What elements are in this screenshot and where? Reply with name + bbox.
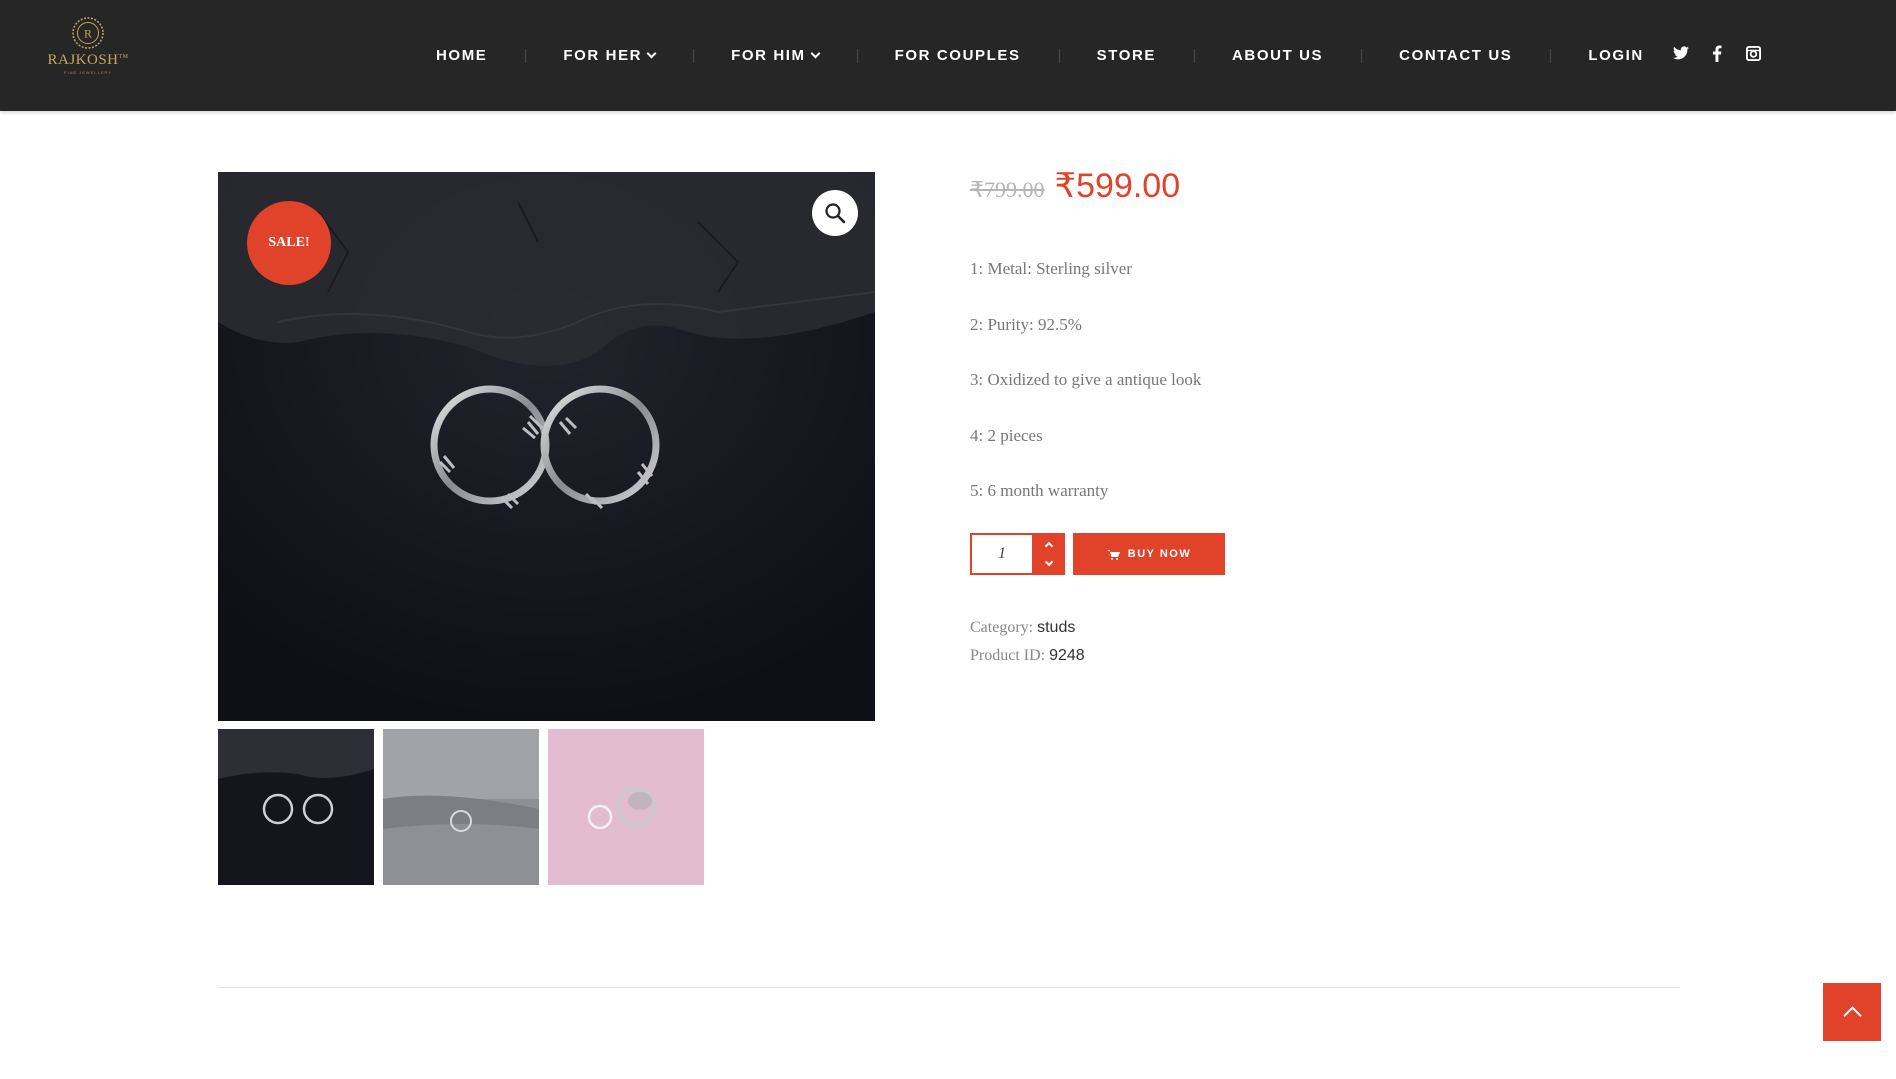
product-id-label: Product ID:: [970, 647, 1046, 664]
category-row: Category: studs: [970, 614, 1085, 642]
thumbnail-3[interactable]: [548, 729, 704, 885]
logo-emblem-icon: R: [72, 17, 104, 49]
product-features: 1: Metal: Sterling silver 2: Purity: 92.…: [970, 256, 1201, 534]
brand-tm: TM: [118, 54, 129, 60]
section-divider: [218, 987, 1680, 988]
nav-item-for-her[interactable]: FOR HER: [525, 47, 693, 64]
social-links: [1672, 44, 1762, 62]
product-id-row: Product ID: 9248: [970, 642, 1085, 670]
brand-name: RAJKOSHTM: [47, 52, 129, 68]
quantity-input[interactable]: [972, 535, 1032, 573]
feature-warranty: 5: 6 month warranty: [970, 481, 1109, 500]
nav-item-contact-us[interactable]: CONTACT US: [1361, 47, 1550, 64]
category-link[interactable]: studs: [1037, 619, 1075, 636]
buy-now-button[interactable]: BUY NOW: [1073, 533, 1225, 575]
product-id-value: 9248: [1049, 647, 1085, 664]
zoom-button[interactable]: [812, 190, 858, 236]
logo-emblem-letter: R: [84, 27, 92, 41]
brand-logo[interactable]: R RAJKOSHTM FINE JEWELLERY: [48, 16, 128, 82]
facebook-icon[interactable]: [1708, 44, 1726, 62]
thumbnail-2[interactable]: [383, 729, 539, 885]
regular-price: ₹799.00: [970, 177, 1045, 202]
feature-pieces: 4: 2 pieces: [970, 425, 1043, 445]
magnifier-icon: [825, 203, 846, 224]
nav-item-for-him[interactable]: FOR HIM: [693, 47, 857, 64]
nav-item-about-us[interactable]: ABOUT US: [1194, 47, 1361, 64]
chevron-down-icon: [810, 48, 821, 59]
feature-metal: 1: Metal: Sterling silver: [970, 259, 1132, 278]
nav-item-login[interactable]: LOGIN: [1550, 47, 1682, 64]
quantity-increase-button[interactable]: [1034, 535, 1063, 554]
quantity-arrows: [1032, 535, 1063, 573]
chevron-up-icon: [1044, 541, 1053, 551]
feature-finish: 3: Oxidized to give a antique look: [970, 370, 1202, 389]
quantity-stepper: [970, 533, 1065, 575]
chevron-down-icon: [1044, 557, 1053, 567]
category-label: Category:: [970, 619, 1034, 636]
quantity-decrease-button[interactable]: [1034, 554, 1063, 573]
back-to-top-button[interactable]: [1823, 983, 1881, 1041]
brand-tagline: FINE JEWELLERY: [64, 70, 112, 75]
thumbnail-gallery: [218, 729, 704, 885]
main-nav: HOME FOR HER FOR HIM FOR COUPLES STORE A…: [398, 0, 1682, 111]
feature-purity: 2: Purity: 92.5%: [970, 314, 1082, 334]
twitter-icon[interactable]: [1672, 44, 1690, 62]
thumbnail-1[interactable]: [218, 729, 374, 885]
nav-item-for-couples[interactable]: FOR COUPLES: [856, 47, 1059, 64]
chevron-up-icon: [1842, 1006, 1862, 1025]
site-header: R RAJKOSHTM FINE JEWELLERY HOME FOR HER …: [0, 0, 1896, 111]
product-meta: Category: studs Product ID: 9248: [970, 614, 1085, 670]
sale-badge: SALE!: [247, 201, 331, 285]
price-block: ₹799.00 ₹599.00: [970, 166, 1180, 206]
nav-item-store[interactable]: STORE: [1058, 47, 1194, 64]
cart-icon: [1106, 549, 1120, 560]
nav-item-home[interactable]: HOME: [398, 47, 525, 64]
sale-price: ₹599.00: [1054, 167, 1181, 205]
instagram-icon[interactable]: [1744, 44, 1762, 62]
buy-now-label: BUY NOW: [1127, 548, 1192, 560]
chevron-down-icon: [646, 48, 657, 59]
